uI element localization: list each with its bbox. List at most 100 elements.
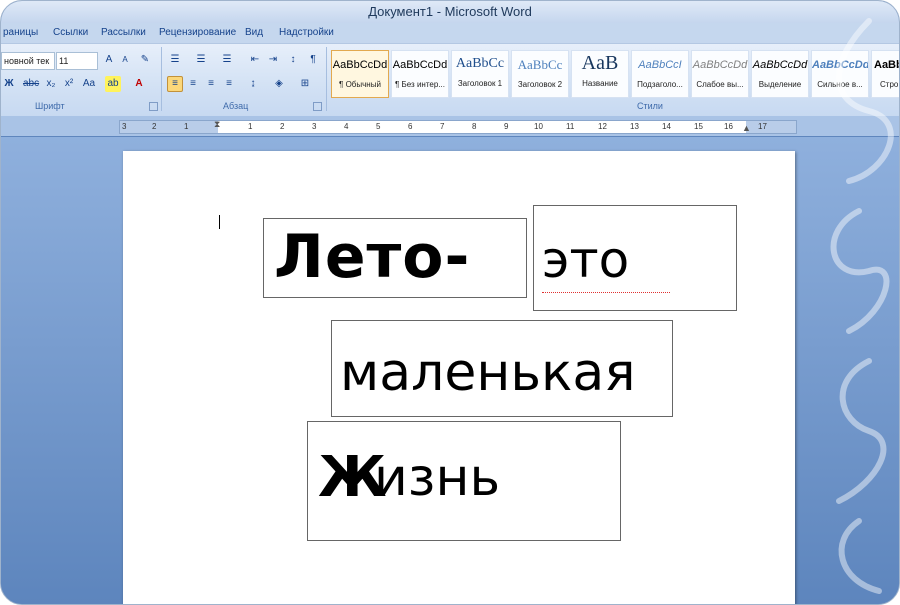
text-box-4[interactable]: Ж изнь — [307, 421, 621, 541]
increase-indent-icon[interactable]: ⇥ — [265, 52, 281, 68]
ruler-number: 12 — [598, 122, 607, 131]
style-sample: AaBbCcDd — [812, 59, 869, 71]
group-label-styles: Стили — [637, 101, 663, 111]
style-intense-emphasis[interactable]: AaBbCcDd Сильное в... — [811, 50, 869, 98]
decrease-indent-icon[interactable]: ⇤ — [247, 52, 263, 68]
style-name: Стро — [880, 80, 899, 89]
line-spacing-icon[interactable]: ↨ — [245, 76, 261, 92]
align-left-icon[interactable]: ≡ — [167, 76, 183, 92]
text-box-1[interactable]: Лето- — [263, 218, 527, 298]
style-sample: AaBbCcDd — [752, 59, 808, 71]
group-separator — [161, 47, 162, 111]
ruler-number: 1 — [248, 122, 253, 131]
style-sample: AaB — [581, 52, 619, 74]
paragraph-dialog-launcher-icon[interactable] — [313, 102, 322, 111]
font-name-select[interactable]: новной тек — [1, 52, 55, 70]
group-label-font: Шрифт — [35, 101, 65, 111]
style-name: Слабое вы... — [696, 80, 744, 89]
style-name: Название — [582, 79, 618, 88]
style-name: Сильное в... — [817, 80, 863, 89]
style-sample: AaBbCcDd — [392, 59, 448, 71]
change-case-icon[interactable]: Aa — [81, 76, 97, 92]
style-subtitle[interactable]: AaBbCcI Подзаголо... — [631, 50, 689, 98]
style-emphasis[interactable]: AaBbCcDd Выделение — [751, 50, 809, 98]
right-indent-marker-icon[interactable]: ▲ — [742, 123, 751, 133]
ruler-number: 4 — [344, 122, 349, 131]
tab-references[interactable]: Ссылки — [53, 27, 88, 38]
ruler-number: 1 — [184, 122, 189, 131]
text-izn: изнь — [374, 448, 501, 508]
justify-icon[interactable]: ≡ — [221, 76, 237, 92]
style-subtle-emphasis[interactable]: AaBbCcDd Слабое вы... — [691, 50, 749, 98]
window-title: Документ1 - Microsoft Word — [368, 4, 532, 19]
ribbon-tabs: раницы Ссылки Рассылки Рецензирование Ви… — [1, 23, 899, 43]
ruler-number: 16 — [724, 122, 733, 131]
font-color-icon[interactable]: A — [131, 76, 147, 92]
word-window: Документ1 - Microsoft Word раницы Ссылки… — [0, 0, 900, 605]
multilevel-list-icon[interactable]: ☰ — [219, 52, 235, 68]
shading-icon[interactable]: ◈ — [271, 76, 287, 92]
highlight-icon[interactable]: ab — [105, 76, 121, 92]
font-size-select[interactable]: 11 — [56, 52, 98, 70]
ruler-number: 8 — [472, 122, 477, 131]
style-heading-2[interactable]: AaBbCc Заголовок 2 — [511, 50, 569, 98]
tab-view[interactable]: Вид — [245, 27, 263, 38]
strikethrough-icon[interactable]: аbc — [23, 76, 39, 92]
style-normal[interactable]: AaBbCcDd ¶ Обычный — [331, 50, 389, 98]
borders-icon[interactable]: ⊞ — [297, 76, 313, 92]
clear-format-icon[interactable]: ✎ — [137, 52, 153, 68]
align-right-icon[interactable]: ≡ — [203, 76, 219, 92]
ruler-bar: 3 2 1 1 2 3 4 5 6 7 8 9 10 11 12 13 14 1… — [1, 116, 899, 136]
group-label-paragraph: Абзац — [223, 101, 249, 111]
ruler-number: 7 — [440, 122, 445, 131]
tab-review[interactable]: Рецензирование — [159, 27, 236, 38]
ribbon: новной тек 11 A A ✎ Ж аbc x₂ x² Aa ab A … — [1, 43, 899, 117]
style-name: Выделение — [758, 80, 802, 89]
bold-icon[interactable]: Ж — [1, 76, 17, 92]
style-strong[interactable]: AaBbC Стро — [871, 50, 899, 98]
ruler-number: 3 — [122, 122, 127, 131]
indent-marker-icon[interactable]: ⧗ — [214, 119, 220, 130]
text-box-2[interactable]: это — [533, 205, 737, 311]
subscript-icon[interactable]: x₂ — [43, 76, 59, 92]
style-name: Заголовок 1 — [457, 79, 503, 88]
style-sample: AaBbC — [874, 59, 899, 71]
horizontal-ruler[interactable]: 3 2 1 1 2 3 4 5 6 7 8 9 10 11 12 13 14 1… — [119, 119, 797, 134]
ruler-number: 5 — [376, 122, 381, 131]
group-separator — [326, 47, 327, 111]
text-eto: это — [542, 231, 630, 289]
style-name: Заголовок 2 — [517, 80, 563, 89]
shrink-font-icon[interactable]: A — [117, 52, 133, 68]
style-no-spacing[interactable]: AaBbCcDd ¶ Без интер... — [391, 50, 449, 98]
ruler-number: 11 — [566, 122, 575, 131]
grow-font-icon[interactable]: A — [101, 52, 117, 68]
font-dialog-launcher-icon[interactable] — [149, 102, 158, 111]
ruler-number: 14 — [662, 122, 671, 131]
ruler-margin-right — [746, 121, 796, 133]
ruler-number: 2 — [152, 122, 157, 131]
style-title[interactable]: AaB Название — [571, 50, 629, 98]
sort-icon[interactable]: ↕ — [285, 52, 301, 68]
text-malenkaya: маленькая — [340, 343, 636, 403]
bullets-icon[interactable]: ☰ — [167, 52, 183, 68]
title-bar: Документ1 - Microsoft Word — [1, 1, 899, 23]
align-center-icon[interactable]: ≡ — [185, 76, 201, 92]
tab-mailings[interactable]: Рассылки — [101, 27, 146, 38]
ruler-number: 3 — [312, 122, 317, 131]
ruler-number: 17 — [758, 122, 767, 131]
style-heading-1[interactable]: AaBbCc Заголовок 1 — [451, 50, 509, 98]
style-name: ¶ Обычный — [339, 80, 381, 89]
ruler-margin-left — [120, 121, 218, 133]
document-page[interactable]: Лето- это маленькая Ж изнь — [123, 151, 795, 604]
show-marks-icon[interactable]: ¶ — [305, 52, 321, 68]
ruler-number: 10 — [534, 122, 543, 131]
text-box-3[interactable]: маленькая — [331, 320, 673, 417]
ruler-number: 13 — [630, 122, 639, 131]
ruler-number: 2 — [280, 122, 285, 131]
numbering-icon[interactable]: ☰ — [193, 52, 209, 68]
tab-addins[interactable]: Надстройки — [279, 27, 334, 38]
tab-page-layout[interactable]: раницы — [3, 27, 38, 38]
style-sample: AaBbCc — [455, 56, 505, 71]
document-area: Лето- это маленькая Ж изнь — [1, 137, 899, 604]
superscript-icon[interactable]: x² — [61, 76, 77, 92]
